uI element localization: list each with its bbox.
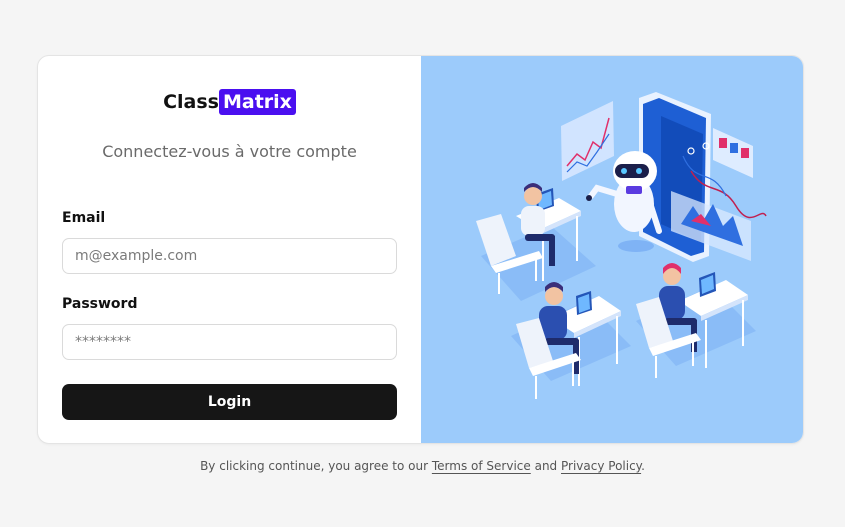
footer-suffix: .	[641, 459, 645, 473]
login-card: Class Matrix Connectez-vous à votre compt…	[37, 55, 804, 444]
privacy-policy-link[interactable]: Privacy Policy	[561, 459, 641, 473]
login-form-panel: Class Matrix Connectez-vous à votre compt…	[38, 56, 421, 443]
terms-footer: By clicking continue, you agree to our T…	[0, 459, 845, 473]
brand-name-part2: Matrix	[218, 89, 296, 115]
email-label: Email	[62, 210, 106, 226]
footer-and: and	[534, 459, 558, 473]
page-subtitle: Connectez-vous à votre compte	[102, 142, 357, 161]
footer-prefix: By clicking continue, you agree to our	[200, 459, 429, 473]
password-label: Password	[62, 296, 138, 312]
classroom-ai-robot-illustration	[476, 92, 767, 399]
brand-logo: Class Matrix	[38, 89, 421, 115]
terms-of-service-link[interactable]: Terms of Service	[432, 459, 531, 473]
email-field[interactable]	[62, 238, 397, 274]
login-button[interactable]: Login	[62, 384, 397, 420]
password-field[interactable]	[62, 324, 397, 360]
brand-name-part1: Class	[163, 91, 219, 113]
illustration-panel	[421, 56, 803, 443]
